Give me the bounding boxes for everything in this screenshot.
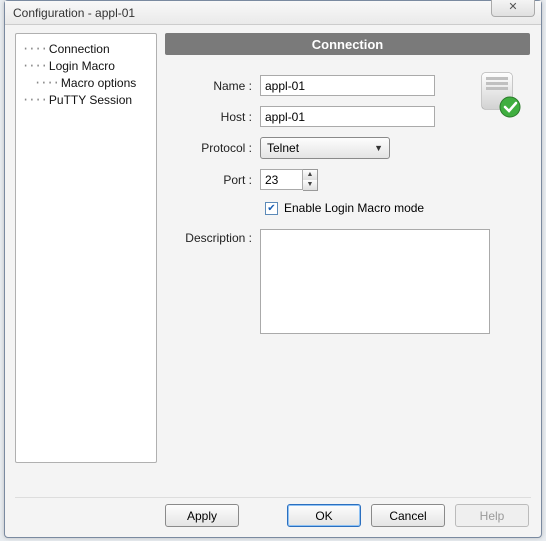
close-button[interactable]: ✕ — [491, 0, 535, 17]
tree-branch-icon: ···· — [34, 76, 59, 90]
config-window: Configuration - appl-01 ✕ ···· Connectio… — [4, 0, 542, 538]
port-input[interactable] — [260, 169, 303, 190]
enable-login-macro-checkbox[interactable]: ✔ — [265, 202, 278, 215]
tree-item-login-macro[interactable]: ···· Login Macro — [16, 57, 156, 74]
section-title: Connection — [312, 37, 384, 52]
server-status-icon — [474, 69, 524, 119]
form-pane: Connection Name : — [165, 33, 530, 463]
apply-button[interactable]: Apply — [165, 504, 239, 527]
content-area: ···· Connection ···· Login Macro ···· Ma… — [15, 33, 531, 489]
titlebar: Configuration - appl-01 — [5, 1, 541, 25]
protocol-select[interactable]: Telnet ▼ — [260, 137, 390, 159]
host-label: Host : — [165, 110, 260, 124]
ok-button[interactable]: OK — [287, 504, 361, 527]
host-input[interactable] — [260, 106, 435, 127]
ok-label: OK — [315, 509, 332, 523]
tree-branch-icon: ···· — [22, 59, 47, 73]
protocol-label: Protocol : — [165, 141, 260, 155]
tree-item-label: Login Macro — [49, 59, 115, 73]
tree-item-putty-session[interactable]: ···· PuTTY Session — [16, 91, 156, 108]
name-input[interactable] — [260, 75, 435, 96]
tree-branch-icon: ···· — [22, 42, 47, 56]
window-title: Configuration - appl-01 — [13, 6, 135, 20]
description-input[interactable] — [260, 229, 490, 334]
protocol-value: Telnet — [267, 141, 299, 155]
section-header: Connection — [165, 33, 530, 55]
tree-branch-icon: ···· — [22, 93, 47, 107]
name-label: Name : — [165, 79, 260, 93]
button-bar: Apply OK Cancel Help — [15, 497, 531, 527]
port-spin-down[interactable]: ▼ — [303, 180, 317, 190]
tree-item-connection[interactable]: ···· Connection — [16, 40, 156, 57]
cancel-label: Cancel — [389, 509, 426, 523]
enable-login-macro-label: Enable Login Macro mode — [284, 201, 424, 215]
description-label: Description : — [165, 229, 260, 245]
help-button[interactable]: Help — [455, 504, 529, 527]
tree-item-label: Connection — [49, 42, 110, 56]
cancel-button[interactable]: Cancel — [371, 504, 445, 527]
port-spin-up[interactable]: ▲ — [303, 170, 317, 180]
tree-item-macro-options[interactable]: ···· Macro options — [16, 74, 156, 91]
chevron-down-icon: ▼ — [374, 143, 383, 153]
tree-item-label: PuTTY Session — [49, 93, 132, 107]
apply-label: Apply — [187, 509, 217, 523]
tree-item-label: Macro options — [61, 76, 136, 90]
help-label: Help — [480, 509, 505, 523]
close-icon: ✕ — [508, 0, 517, 13]
port-label: Port : — [165, 173, 260, 187]
nav-tree: ···· Connection ···· Login Macro ···· Ma… — [15, 33, 157, 463]
